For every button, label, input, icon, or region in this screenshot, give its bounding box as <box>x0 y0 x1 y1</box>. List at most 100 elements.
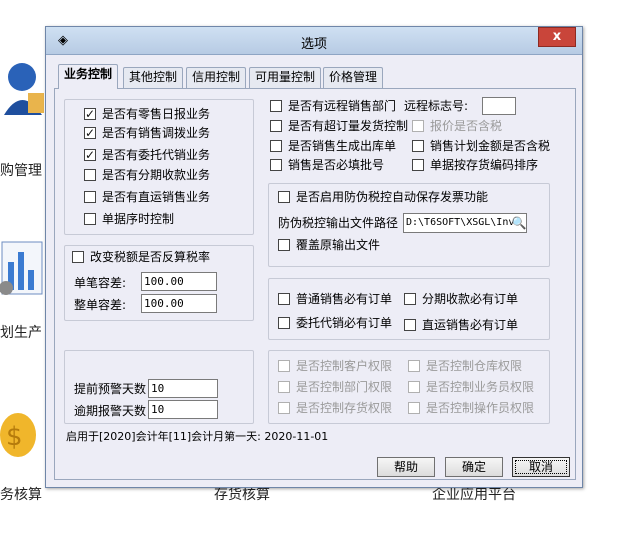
checkbox-installment[interactable]: 是否有分期收款业务 <box>84 167 210 183</box>
bg-label-production[interactable]: 划生产 <box>0 322 42 342</box>
production-plan-icon[interactable] <box>0 222 46 298</box>
overdue-warning-input[interactable]: 10 <box>148 400 218 419</box>
single-tolerance-label: 单笔容差: <box>74 276 127 290</box>
checkbox-box[interactable] <box>84 147 96 163</box>
checkbox-label: 是否有委托代销业务 <box>102 148 211 162</box>
checkbox-label: 是否控制存货权限 <box>296 401 393 415</box>
checkbox-label: 委托代销必有订单 <box>296 316 393 330</box>
checkbox-direct-sales[interactable]: 是否有直运销售业务 <box>84 189 210 205</box>
advance-warning-input[interactable]: 10 <box>148 379 218 398</box>
checkbox-label: 单据按存货编码排序 <box>430 158 539 172</box>
checkbox-label: 是否有超订量发货控制 <box>288 119 409 133</box>
checkbox-department-permission[interactable]: 是否控制部门权限 <box>278 379 392 395</box>
checkbox-box[interactable] <box>278 293 290 305</box>
output-path-input[interactable]: D:\T6SOFT\XSGL\Inv <box>403 213 527 233</box>
checkbox-box[interactable] <box>270 159 282 171</box>
options-dialog: ◈ 选项 x 业务控制 其他控制 信用控制 可用量控制 价格管理 是否有零售日报… <box>45 26 583 488</box>
checkbox-retail-daily[interactable]: 是否有零售日报业务 <box>84 106 210 122</box>
checkbox-consignment[interactable]: 是否有委托代销业务 <box>84 147 210 163</box>
checkbox-label: 是否控制仓库权限 <box>426 359 523 373</box>
tab-availability-control[interactable]: 可用量控制 <box>249 67 322 88</box>
checkbox-overorder-control[interactable]: 是否有超订量发货控制 <box>270 118 408 134</box>
checkbox-inventory-permission[interactable]: 是否控制存货权限 <box>278 400 392 416</box>
checkbox-sales-transfer[interactable]: 是否有销售调拨业务 <box>84 125 210 141</box>
checkbox-box[interactable] <box>84 169 96 181</box>
checkbox-chronological[interactable]: 单据序时控制 <box>84 211 174 227</box>
checkbox-box[interactable] <box>408 360 420 372</box>
help-button[interactable]: 帮助 <box>377 457 435 477</box>
title-bar[interactable]: ◈ 选项 x <box>46 27 582 55</box>
single-tolerance-input[interactable]: 100.00 <box>141 272 217 291</box>
checkbox-box[interactable] <box>412 159 424 171</box>
checkbox-box[interactable] <box>278 381 290 393</box>
checkbox-box[interactable] <box>404 319 416 331</box>
checkbox-box[interactable] <box>404 293 416 305</box>
checkbox-operator-permission[interactable]: 是否控制操作员权限 <box>408 400 534 416</box>
checkbox-box[interactable] <box>84 125 96 141</box>
bg-label-finance[interactable]: 务核算 <box>0 484 42 504</box>
ok-button[interactable]: 确定 <box>445 457 503 477</box>
tab-business-control[interactable]: 业务控制 <box>58 64 119 89</box>
enable-date-status: 启用于[2020]会计年[11]会计月第一天: 2020-11-01 <box>66 430 329 443</box>
checkbox-warehouse-permission[interactable]: 是否控制仓库权限 <box>408 358 522 374</box>
finance-accounting-icon[interactable]: $ <box>0 405 46 465</box>
checkbox-box[interactable] <box>278 360 290 372</box>
checkbox-normal-order[interactable]: 普通销售必有订单 <box>278 291 392 307</box>
checkbox-salesman-permission[interactable]: 是否控制业务员权限 <box>408 379 534 395</box>
svg-text:$: $ <box>6 422 23 452</box>
checkbox-box[interactable] <box>412 120 424 132</box>
checkbox-label: 改变税额是否反算税率 <box>90 250 211 264</box>
checkbox-box[interactable] <box>84 106 96 122</box>
checkbox-overwrite-file[interactable]: 覆盖原输出文件 <box>278 237 380 253</box>
checkbox-box[interactable] <box>270 100 282 112</box>
checkbox-box[interactable] <box>270 140 282 152</box>
checkbox-label: 是否有销售调拨业务 <box>102 126 211 140</box>
checkbox-direct-order[interactable]: 直运销售必有订单 <box>404 317 518 333</box>
bg-label-purchase[interactable]: 购管理 <box>0 160 42 180</box>
purchase-management-icon[interactable] <box>0 55 46 125</box>
checkbox-label: 是否控制客户权限 <box>296 359 393 373</box>
checkbox-label: 是否有直运销售业务 <box>102 190 211 204</box>
checkbox-quote-tax-included[interactable]: 报价是否含税 <box>412 118 502 134</box>
checkbox-label: 普通销售必有订单 <box>296 292 393 306</box>
overdue-warning-label: 逾期报警天数 <box>74 404 147 418</box>
checkbox-customer-permission[interactable]: 是否控制客户权限 <box>278 358 392 374</box>
checkbox-label: 是否有远程销售部门 <box>288 99 397 113</box>
whole-tolerance-input[interactable]: 100.00 <box>141 294 217 313</box>
remote-mark-input[interactable] <box>482 97 516 115</box>
checkbox-plan-amount-tax[interactable]: 销售计划金额是否含税 <box>412 138 550 154</box>
checkbox-consign-order[interactable]: 委托代销必有订单 <box>278 315 392 331</box>
checkbox-label: 是否控制业务员权限 <box>426 380 535 394</box>
checkbox-box[interactable] <box>278 317 290 329</box>
checkbox-box[interactable] <box>72 251 84 263</box>
checkbox-box[interactable] <box>278 402 290 414</box>
checkbox-box[interactable] <box>84 191 96 203</box>
checkbox-label: 是否有分期收款业务 <box>102 168 211 182</box>
remote-mark-label: 远程标志号: <box>404 99 469 113</box>
checkbox-box[interactable] <box>408 381 420 393</box>
advance-warning-label: 提前预警天数 <box>74 382 147 396</box>
checkbox-recalc-tax-rate[interactable]: 改变税额是否反算税率 <box>72 249 210 265</box>
checkbox-box[interactable] <box>84 213 96 225</box>
whole-tolerance-label: 整单容差: <box>74 298 127 312</box>
checkbox-box[interactable] <box>412 140 424 152</box>
tab-price-management[interactable]: 价格管理 <box>323 67 384 88</box>
cancel-button[interactable]: 取消 <box>512 457 570 477</box>
checkbox-label: 直运销售必有订单 <box>422 318 519 332</box>
checkbox-box[interactable] <box>278 191 290 203</box>
search-icon[interactable]: 🔍 <box>511 215 527 231</box>
checkbox-batch-required[interactable]: 销售是否必填批号 <box>270 157 384 173</box>
checkbox-box[interactable] <box>278 239 290 251</box>
checkbox-label: 报价是否含税 <box>430 119 503 133</box>
checkbox-auto-save-invoice[interactable]: 是否启用防伪税控自动保存发票功能 <box>278 189 488 205</box>
checkbox-box[interactable] <box>408 402 420 414</box>
checkbox-generate-outbound[interactable]: 是否销售生成出库单 <box>270 138 396 154</box>
close-button[interactable]: x <box>538 27 576 47</box>
checkbox-installment-order[interactable]: 分期收款必有订单 <box>404 291 518 307</box>
checkbox-sort-by-code[interactable]: 单据按存货编码排序 <box>412 157 538 173</box>
checkbox-box[interactable] <box>270 120 282 132</box>
checkbox-remote-sales-dept[interactable]: 是否有远程销售部门 <box>270 98 396 114</box>
tab-credit-control[interactable]: 信用控制 <box>186 67 247 88</box>
checkbox-label: 分期收款必有订单 <box>422 292 519 306</box>
tab-other-control[interactable]: 其他控制 <box>123 67 184 88</box>
